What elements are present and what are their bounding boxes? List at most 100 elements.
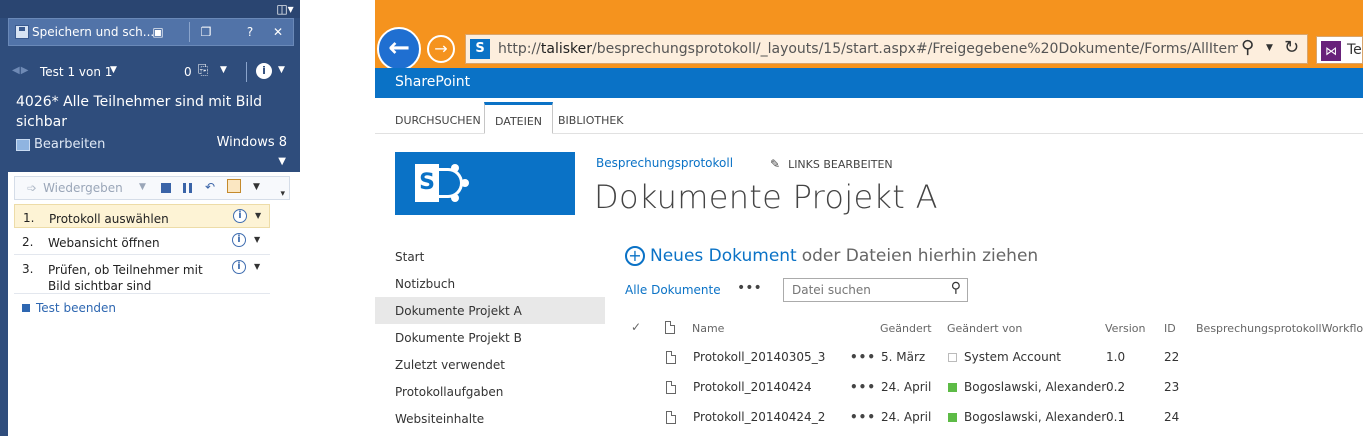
edit-label: Bearbeiten — [34, 137, 106, 152]
screenshot-icon[interactable] — [227, 179, 241, 193]
save-icon-button[interactable]: ▣ — [149, 23, 167, 41]
edit-links-button[interactable]: ✎ LINKS BEARBEITEN — [770, 157, 893, 171]
nav-item-dokumente-projekt-b[interactable]: Dokumente Projekt B — [375, 324, 605, 351]
test-step-3[interactable]: 3. Prüfen, ob Teilnehmer mit Bild sichtb… — [14, 256, 270, 294]
tab-bibliothek[interactable]: BIBLIOTHEK — [548, 102, 634, 134]
id-value: 23 — [1164, 380, 1180, 394]
play-icon: ➩ — [27, 181, 38, 195]
undo-icon[interactable]: ↶ — [205, 180, 215, 194]
column-header-version[interactable]: Version — [1105, 322, 1145, 335]
stop-icon[interactable] — [161, 183, 171, 193]
table-row[interactable]: Protokoll_20140424 ••• 24. April Bogosla… — [625, 380, 1363, 410]
nav-item-dokumente-projekt-a[interactable]: Dokumente Projekt A — [375, 297, 605, 324]
nav-item-start[interactable]: Start — [375, 243, 605, 270]
presence-indicator-icon — [948, 383, 957, 392]
test-count-label[interactable]: Test 1 von 1 — [40, 65, 112, 79]
step-result-dropdown-icon[interactable]: ▼ — [254, 262, 260, 271]
test-navigation-row: ◀▶ Test 1 von 1 ▼ 0 ⎘ ▼ i ▼ — [8, 60, 294, 84]
step-info-icon[interactable]: i — [232, 233, 246, 247]
info-dropdown-icon[interactable]: ▼ — [278, 65, 285, 75]
play-dropdown-icon[interactable]: ▼ — [139, 182, 146, 192]
row-menu-button[interactable]: ••• — [850, 350, 876, 364]
test-step-2[interactable]: 2. Webansicht öffnen i ▼ — [14, 229, 270, 255]
table-row[interactable]: Protokoll_20140424_2 ••• 24. April Bogos… — [625, 410, 1363, 436]
more-dropdown-icon[interactable]: ▼ — [253, 182, 260, 192]
test-runner-panel: ◫▾ Speichern und sch... ▣ ❐ ? ✕ ◀▶ Test … — [0, 0, 300, 436]
column-header-name[interactable]: Name — [692, 322, 724, 335]
url-text[interactable]: http://talisker/besprechungsprotokoll/_l… — [498, 41, 1238, 57]
nav-item-zuletzt-verwendet[interactable]: Zuletzt verwendet — [375, 351, 605, 378]
browser-tab[interactable]: ⋈ Te — [1316, 36, 1363, 64]
nav-item-notizbuch[interactable]: Notizbuch — [375, 270, 605, 297]
file-search-input[interactable] — [790, 280, 940, 300]
pause-icon[interactable] — [183, 183, 192, 193]
logo-dot — [451, 194, 459, 202]
column-header-modified[interactable]: Geändert — [880, 322, 932, 335]
tab-dateien[interactable]: DATEIEN — [484, 102, 554, 134]
back-button[interactable]: ← — [377, 27, 421, 71]
column-header-id[interactable]: ID — [1164, 322, 1176, 335]
end-test-link[interactable]: Test beenden — [22, 301, 116, 315]
address-bar[interactable]: S http://talisker/besprechungsprotokoll/… — [465, 34, 1308, 64]
nav-item-websiteinhalte[interactable]: Websiteinhalte — [375, 405, 605, 432]
column-header-workflow[interactable]: BesprechungsprotokollWorkflow — [1196, 322, 1363, 335]
sharepoint-brand[interactable]: SharePoint — [395, 74, 470, 90]
edit-icon — [16, 138, 30, 151]
window-mode-icon[interactable]: ❐ — [197, 23, 215, 41]
row-menu-button[interactable]: ••• — [850, 410, 876, 424]
step-info-icon[interactable]: i — [232, 260, 246, 274]
modified-by-link[interactable]: Bogoslawski, Alexander — [964, 410, 1106, 424]
help-icon[interactable]: ? — [241, 23, 259, 41]
attachment-dropdown-icon[interactable]: ▼ — [220, 65, 227, 75]
prev-next-arrows-icon[interactable]: ◀▶ — [12, 65, 29, 76]
search-icon[interactable]: ⚲ — [1241, 37, 1254, 58]
step-number: 2. — [22, 235, 34, 249]
step-result-dropdown-icon[interactable]: ▼ — [255, 211, 261, 220]
id-value: 24 — [1164, 410, 1180, 424]
step-result-dropdown-icon[interactable]: ▼ — [254, 235, 260, 244]
play-button[interactable]: ➩ Wiedergeben — [27, 181, 123, 195]
close-icon[interactable]: ✕ — [269, 23, 287, 41]
modified-by-link[interactable]: Bogoslawski, Alexander — [964, 380, 1106, 394]
search-dropdown-icon[interactable]: ▼ — [1266, 43, 1273, 53]
document-name-link[interactable]: Protokoll_20140424_2 — [693, 410, 825, 424]
test-case-title: 4026* Alle Teilnehmer sind mit Bild sich… — [16, 94, 263, 130]
paperclip-icon[interactable]: ⎘ — [198, 63, 208, 78]
select-all-checkmark-icon[interactable]: ✓ — [631, 320, 641, 334]
step-text: Prüfen, ob Teilnehmer mit Bild sichtbar … — [48, 263, 203, 293]
document-icon — [666, 351, 676, 364]
step-info-icon[interactable]: i — [233, 209, 247, 223]
test-step-1[interactable]: 1. Protokoll auswählen i ▼ — [14, 204, 270, 228]
collapse-chevron-icon[interactable]: ▼ — [278, 156, 286, 167]
document-name-link[interactable]: Protokoll_20140424 — [693, 380, 812, 394]
view-all-documents[interactable]: Alle Dokumente — [625, 283, 721, 297]
breadcrumb[interactable]: Besprechungsprotokoll — [596, 156, 733, 170]
ribbon-tabs: DURCHSUCHEN DATEIEN BIBLIOTHEK — [375, 98, 1363, 134]
add-icon[interactable]: + — [625, 246, 645, 266]
suite-bar: SharePoint — [375, 68, 1363, 98]
tab-label: Te — [1347, 42, 1362, 58]
save-icon — [15, 25, 29, 39]
stop-square-icon — [22, 304, 30, 312]
tab-durchsuchen[interactable]: DURCHSUCHEN — [385, 102, 491, 134]
edit-test-link[interactable]: Bearbeiten — [16, 137, 105, 152]
search-icon[interactable]: ⚲ — [951, 280, 961, 296]
forward-button[interactable]: → — [427, 35, 455, 63]
toolbar-overflow-icon[interactable]: ▾ — [280, 189, 285, 199]
document-name-link[interactable]: Protokoll_20140305_3 — [693, 350, 825, 364]
dock-layout-icon[interactable]: ◫▾ — [274, 1, 296, 17]
save-and-close-button[interactable]: Speichern und sch... — [15, 23, 154, 41]
row-menu-button[interactable]: ••• — [850, 380, 876, 394]
sharepoint-favicon-icon: S — [470, 39, 490, 59]
nav-item-protokollaufgaben[interactable]: Protokollaufgaben — [375, 378, 605, 405]
info-icon[interactable]: i — [256, 63, 272, 79]
refresh-icon[interactable]: ↻ — [1284, 37, 1299, 58]
column-header-modified-by[interactable]: Geändert von — [947, 322, 1022, 335]
table-row[interactable]: Protokoll_20140305_3 ••• 5. März System … — [625, 350, 1363, 380]
site-logo[interactable]: S — [395, 152, 575, 215]
view-more-menu[interactable]: ••• — [737, 280, 762, 296]
logo-dot — [461, 179, 469, 187]
new-document-link[interactable]: Neues Dokument — [650, 246, 797, 266]
modified-by-link[interactable]: System Account — [964, 350, 1061, 364]
test-count-dropdown-icon[interactable]: ▼ — [110, 65, 117, 75]
